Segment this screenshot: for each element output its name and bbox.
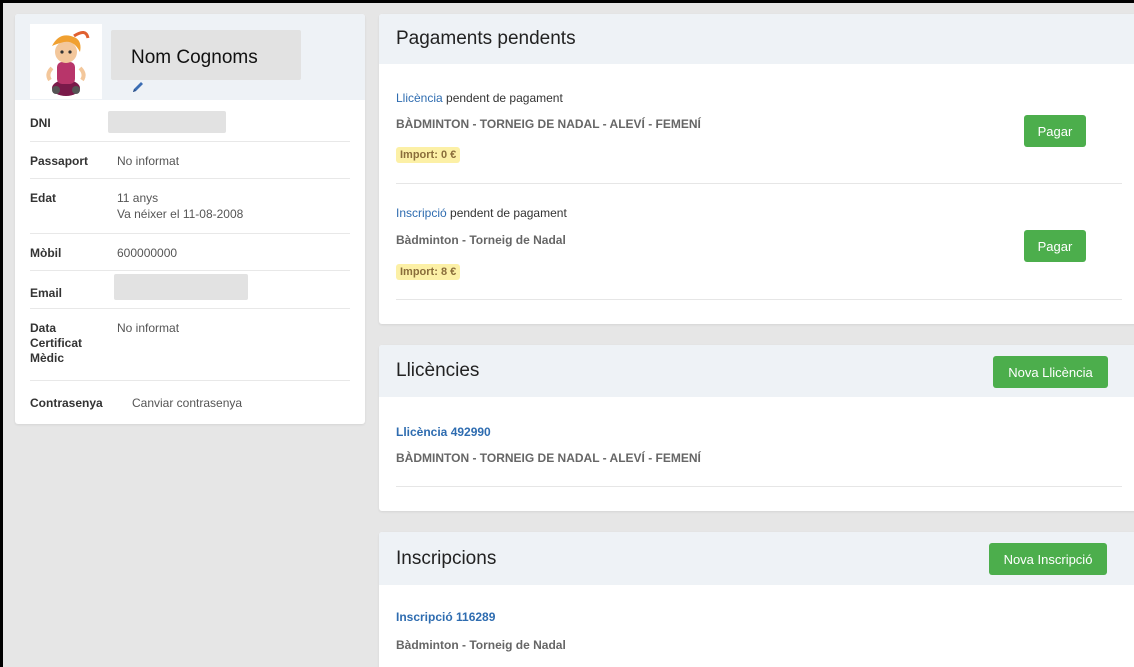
licences-panel: Llicències Nova Llicència Llicència 4929… [379,345,1134,511]
panel-title: Pagaments pendents [396,28,576,49]
pending-status-text: pendent de pagament [442,91,563,105]
field-row-mobil: Mòbil 600000000 [30,234,350,271]
field-value: No informat [117,321,180,335]
age-text: 11 anys [117,191,159,205]
pending-item-header: Inscripció pendent de pagament [396,206,567,220]
panel-header: Inscripcions Nova Inscripció [379,532,1134,585]
field-row-dni: DNI [30,100,350,142]
dni-redaction-box [108,111,226,133]
pay-button[interactable]: Pagar [1024,115,1086,147]
pending-payments-panel: Pagaments pendents Llicència pendent de … [379,14,1134,324]
email-redaction-box [114,274,248,300]
new-licence-button[interactable]: Nova Llicència [993,356,1108,388]
pending-item-header: Llicència pendent de pagament [396,91,563,105]
inscription-record-link[interactable]: Inscripció 116289 [396,610,495,624]
panel-title: Llicències [396,360,480,381]
field-label-line: Certificat [30,336,83,350]
divider [396,486,1122,487]
field-row-edat: Edat 11 anys Va néixer el 11-08-2008 [30,179,350,234]
new-inscription-button[interactable]: Nova Inscripció [989,543,1107,575]
field-row-contrasenya: Contrasenya Canviar contrasenya [30,381,350,421]
field-label: Email [30,286,63,300]
pending-status-text: pendent de pagament [446,206,567,220]
field-label: Contrasenya [30,396,103,410]
divider [396,299,1122,300]
inscription-link[interactable]: Inscripció [396,206,447,220]
field-label: Passaport [30,154,89,168]
field-label-line: Data [30,321,57,335]
field-label: Data Certificat Mèdic [30,309,117,380]
field-row-passaport: Passaport No informat [30,142,350,179]
field-value: No informat [117,154,180,168]
change-password-link[interactable]: Canviar contrasenya [132,381,242,421]
inscription-record-name: Bàdminton - Torneig de Nadal [396,638,566,652]
avatar-image [46,31,90,96]
panel-header: Llicències Nova Llicència [379,345,1134,397]
licence-record-name: BÀDMINTON - TORNEIG DE NADAL - ALEVÍ - F… [396,451,701,465]
amount-badge: Import: 0 € [396,147,461,163]
profile-info-list: DNI Passaport No informat Edat 11 anys V… [15,100,365,421]
field-row-certificat: Data Certificat Mèdic No informat [30,309,350,381]
field-value: 600000000 [117,246,178,260]
field-label-line: Mèdic [30,351,65,365]
field-label: Mòbil [30,246,62,260]
avatar [30,24,102,99]
field-label: DNI [30,116,51,130]
profile-name: Nom Cognoms [131,47,258,68]
pencil-edit-icon[interactable] [131,80,145,94]
field-value: 11 anys Va néixer el 11-08-2008 [117,179,243,233]
panel-header: Pagaments pendents [379,14,1134,64]
birthdate-text: Va néixer el 11-08-2008 [117,207,244,221]
pending-item-name: BÀDMINTON - TORNEIG DE NADAL - ALEVÍ - F… [396,117,701,131]
profile-header: Nom Cognoms [15,14,365,100]
profile-card: Nom Cognoms DNI Passaport No informat Ed… [15,14,365,424]
field-row-email: Email [30,271,350,309]
licence-record-link[interactable]: Llicència 492990 [396,425,491,439]
panel-title: Inscripcions [396,548,497,569]
pay-button[interactable]: Pagar [1024,230,1086,262]
pending-item-name: Bàdminton - Torneig de Nadal [396,233,566,247]
field-label: Edat [30,191,57,205]
divider [396,183,1122,184]
licence-link[interactable]: Llicència [396,91,443,105]
inscriptions-panel: Inscripcions Nova Inscripció Inscripció … [379,532,1134,667]
amount-badge: Import: 8 € [396,264,461,280]
